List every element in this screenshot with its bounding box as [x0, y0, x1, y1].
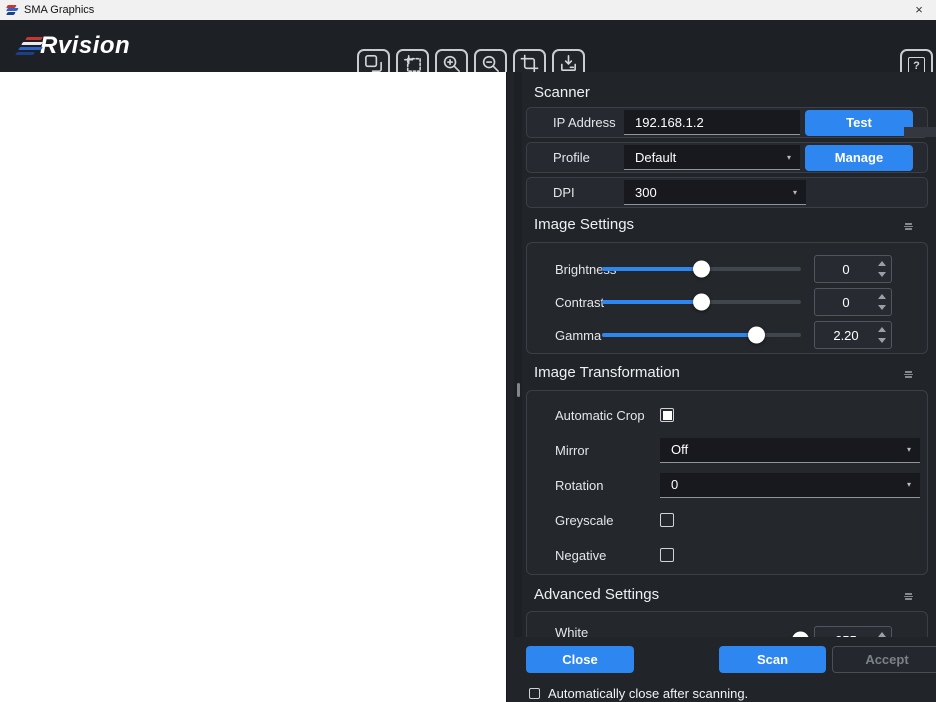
settings-panel: Scanner IP Address Test Profile Default …	[506, 72, 936, 702]
scanner-section-title: Scanner	[534, 84, 590, 101]
contrast-row: Contrast 0	[527, 288, 927, 316]
automatic-crop-checkbox[interactable]	[660, 408, 674, 422]
titlebar: SMA Graphics ×	[0, 0, 936, 20]
greyscale-row: Greyscale	[527, 506, 927, 534]
mirror-row: Mirror Off ▾	[527, 436, 927, 464]
app-window: SMA Graphics × Rvision ? Scanner IP Addr…	[0, 0, 936, 702]
gamma-spinner: 2.20	[814, 321, 892, 349]
brightness-slider-thumb[interactable]	[692, 260, 710, 278]
collapse-section-icon[interactable]	[904, 592, 913, 601]
contrast-label: Contrast	[555, 294, 605, 310]
collapse-section-icon[interactable]	[904, 370, 913, 379]
scan-button[interactable]: Scan	[719, 646, 826, 673]
caret-down-icon: ▾	[906, 445, 911, 454]
dpi-row: DPI 300 ▾	[526, 177, 928, 208]
app-logo-icon	[6, 4, 19, 17]
spinner-down-icon[interactable]	[878, 338, 886, 343]
greyscale-label: Greyscale	[555, 512, 614, 528]
rotation-select[interactable]: 0 ▾	[660, 472, 920, 498]
negative-label: Negative	[555, 547, 607, 563]
gamma-slider-thumb[interactable]	[748, 326, 766, 344]
caret-down-icon: ▾	[792, 187, 797, 197]
panel-scrollbar-thumb[interactable]	[516, 383, 520, 397]
contrast-value: 0	[842, 294, 850, 310]
dpi-label: DPI	[553, 185, 575, 200]
logo-stripes-icon	[14, 34, 44, 58]
brightness-label: Brightness	[555, 261, 617, 277]
rotation-label: Rotation	[555, 477, 604, 493]
ip-address-row: IP Address Test	[526, 107, 928, 138]
logo-text: Rvision	[40, 32, 131, 59]
accept-button[interactable]: Accept	[832, 646, 936, 673]
advanced-settings-section-title: Advanced Settings	[534, 586, 660, 603]
automatic-crop-label: Automatic Crop	[555, 407, 645, 423]
gamma-value: 2.20	[833, 327, 859, 343]
resize-grip[interactable]	[904, 127, 936, 137]
profile-label: Profile	[553, 150, 590, 165]
spinner-up-icon[interactable]	[878, 261, 886, 266]
negative-checkbox[interactable]	[660, 548, 674, 562]
spinner-up-icon[interactable]	[878, 294, 886, 299]
brightness-slider-fill	[602, 260, 710, 278]
spinner-up-icon[interactable]	[878, 327, 886, 332]
dpi-select-value: 300	[635, 184, 657, 200]
collapse-section-icon[interactable]	[904, 222, 913, 231]
automatic-crop-row: Automatic Crop	[527, 401, 927, 429]
mirror-select[interactable]: Off ▾	[660, 437, 920, 463]
close-window-icon[interactable]: ×	[909, 0, 929, 20]
window-title: SMA Graphics	[24, 4, 95, 16]
image-transformation-box: Automatic Crop Mirror Off ▾ Rotation 0 ▾…	[526, 390, 928, 575]
image-settings-section-title: Image Settings	[534, 216, 635, 233]
spinner-down-icon[interactable]	[878, 272, 886, 277]
brightness-spinner: 0	[814, 255, 892, 283]
auto-close-checkbox[interactable]	[529, 688, 540, 699]
mirror-select-value: Off	[671, 442, 689, 457]
close-button[interactable]: Close	[526, 646, 634, 673]
gamma-row: Gamma 2.20	[527, 321, 927, 349]
image-transformation-section-title: Image Transformation	[534, 364, 680, 381]
profile-select[interactable]: Default ▾	[624, 145, 800, 170]
auto-close-option: Automatically close after scanning.	[529, 686, 748, 701]
brightness-slider[interactable]	[602, 260, 801, 278]
mirror-label: Mirror	[555, 442, 589, 458]
ip-address-label: IP Address	[553, 115, 616, 130]
brightness-value: 0	[842, 261, 850, 277]
scan-preview-canvas[interactable]	[0, 72, 506, 702]
greyscale-checkbox[interactable]	[660, 513, 674, 527]
ip-address-input[interactable]	[624, 110, 800, 135]
contrast-slider-thumb[interactable]	[692, 293, 710, 311]
footer-bar: Close Scan Accept Automatically close af…	[507, 637, 936, 702]
test-button[interactable]: Test	[805, 109, 913, 136]
contrast-slider[interactable]	[602, 293, 801, 311]
profile-row: Profile Default ▾ Manage	[526, 142, 928, 173]
spinner-down-icon[interactable]	[878, 305, 886, 310]
brightness-row: Brightness 0	[527, 255, 927, 283]
image-settings-box: Brightness 0 Contrast 0 Gamma 2.20	[526, 242, 928, 354]
gamma-label: Gamma	[555, 327, 602, 343]
caret-down-icon: ▾	[786, 152, 791, 162]
gamma-slider-fill	[602, 326, 766, 344]
dpi-select[interactable]: 300 ▾	[624, 180, 806, 205]
negative-row: Negative	[527, 541, 927, 569]
caret-down-icon: ▾	[906, 480, 911, 489]
rotation-row: Rotation 0 ▾	[527, 471, 927, 499]
gamma-slider[interactable]	[602, 326, 801, 344]
manage-button[interactable]: Manage	[805, 144, 913, 171]
rotation-select-value: 0	[671, 477, 679, 492]
app-logo: Rvision	[14, 29, 130, 63]
contrast-spinner: 0	[814, 288, 892, 316]
auto-close-label: Automatically close after scanning.	[548, 686, 749, 701]
app-header: Rvision ?	[0, 20, 936, 82]
contrast-slider-fill	[602, 293, 710, 311]
profile-select-value: Default	[635, 149, 677, 165]
